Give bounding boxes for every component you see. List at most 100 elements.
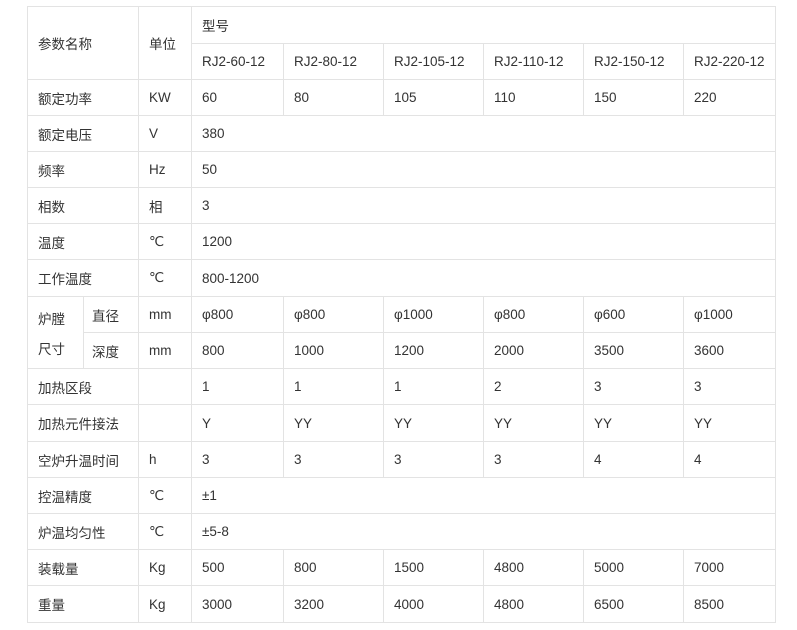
value-cell: 110 xyxy=(483,79,584,116)
table-row: 温度 ℃ 1200 xyxy=(27,223,776,260)
value-cell: 800 xyxy=(283,549,384,586)
row-label: 重量 xyxy=(27,585,139,623)
model-header: 型号 xyxy=(191,6,776,44)
model-name-cell: RJ2-220-12 xyxy=(683,43,776,80)
chamber-label-line2: 尺寸 xyxy=(38,341,65,357)
value-cell: φ600 xyxy=(583,296,684,333)
value-cell: 3500 xyxy=(583,332,684,369)
model-name-cell: RJ2-150-12 xyxy=(583,43,684,80)
value-cell: 3 xyxy=(191,187,776,224)
table-row: 控温精度 ℃ ±1 xyxy=(27,477,776,514)
table-row: 炉膛 尺寸 直径 mm φ800 φ800 φ1000 φ800 φ600 φ1000 xyxy=(27,296,776,369)
unit-cell: Kg xyxy=(138,585,192,623)
value-cell: 1 xyxy=(283,368,384,405)
value-cell: 500 xyxy=(191,549,284,586)
row-label: 工作温度 xyxy=(27,259,139,297)
table-row: 频率 Hz 50 xyxy=(27,151,776,188)
value-cell: ±5-8 xyxy=(191,513,776,550)
value-cell: 1200 xyxy=(383,332,484,369)
value-cell: 220 xyxy=(683,79,776,116)
value-cell: 1 xyxy=(191,368,284,405)
row-label: 额定功率 xyxy=(27,79,139,116)
value-cell: 4800 xyxy=(483,585,584,623)
value-cell: 4800 xyxy=(483,549,584,586)
value-cell: 3 xyxy=(383,441,484,478)
model-name-cell: RJ2-60-12 xyxy=(191,43,284,80)
value-cell: φ1000 xyxy=(683,296,776,333)
value-cell: 50 xyxy=(191,151,776,188)
table-row: 空炉升温时间 h 3 3 3 3 4 4 xyxy=(27,441,776,478)
table-row: 装载量 Kg 500 800 1500 4800 5000 7000 xyxy=(27,549,776,586)
value-cell: 1 xyxy=(383,368,484,405)
unit-cell: KW xyxy=(138,79,192,116)
value-cell: 800-1200 xyxy=(191,259,776,297)
unit-cell xyxy=(138,404,192,442)
value-cell: 1500 xyxy=(383,549,484,586)
row-label: 加热元件接法 xyxy=(27,404,139,442)
value-cell: 3 xyxy=(283,441,384,478)
unit-cell: ℃ xyxy=(138,223,192,260)
unit-header: 单位 xyxy=(138,6,192,80)
value-cell: 7000 xyxy=(683,549,776,586)
value-cell: 3 xyxy=(683,368,776,405)
unit-cell: ℃ xyxy=(138,259,192,297)
value-cell: 105 xyxy=(383,79,484,116)
table-row: 额定功率 KW 60 80 105 110 150 220 xyxy=(27,79,776,116)
value-cell: 6500 xyxy=(583,585,684,623)
value-cell: 2000 xyxy=(483,332,584,369)
value-cell: 380 xyxy=(191,115,776,152)
value-cell: YY xyxy=(683,404,776,442)
table-row: 参数名称 单位 型号 xyxy=(27,6,776,80)
unit-cell: 相 xyxy=(138,187,192,224)
value-cell: 60 xyxy=(191,79,284,116)
value-cell: YY xyxy=(583,404,684,442)
table-row: 重量 Kg 3000 3200 4000 4800 6500 8500 xyxy=(27,585,776,623)
value-cell: YY xyxy=(483,404,584,442)
row-label: 温度 xyxy=(27,223,139,260)
row-label: 装载量 xyxy=(27,549,139,586)
value-cell: 80 xyxy=(283,79,384,116)
model-name-cell: RJ2-80-12 xyxy=(283,43,384,80)
value-cell: 150 xyxy=(583,79,684,116)
unit-cell: h xyxy=(138,441,192,478)
diameter-label: 直径 xyxy=(83,296,139,333)
table-row: 相数相 3 xyxy=(27,187,776,224)
table-row: 加热区段 1 1 1 2 3 3 xyxy=(27,368,776,405)
chamber-label-line1: 炉膛 xyxy=(38,311,65,327)
value-cell: 3 xyxy=(191,441,284,478)
row-label: 频率 xyxy=(27,151,139,188)
value-cell: 3 xyxy=(583,368,684,405)
chamber-size-label: 炉膛 尺寸 xyxy=(27,296,84,369)
value-cell: φ800 xyxy=(283,296,384,333)
value-cell: φ800 xyxy=(191,296,284,333)
table-row: 额定电压 V 380 xyxy=(27,115,776,152)
unit-cell xyxy=(138,368,192,405)
model-name-cell: RJ2-110-12 xyxy=(483,43,584,80)
unit-cell: Kg xyxy=(138,549,192,586)
value-cell: 8500 xyxy=(683,585,776,623)
value-cell: Y xyxy=(191,404,284,442)
value-cell: 5000 xyxy=(583,549,684,586)
row-label: 空炉升温时间 xyxy=(27,441,139,478)
row-label: 加热区段 xyxy=(27,368,139,405)
table-row: 工作温度 ℃ 800-1200 xyxy=(27,259,776,297)
unit-cell: ℃ xyxy=(138,477,192,514)
value-cell: 800 xyxy=(191,332,284,369)
value-cell: 3600 xyxy=(683,332,776,369)
unit-cell: mm xyxy=(138,332,192,369)
value-cell: 3000 xyxy=(191,585,284,623)
value-cell: 4 xyxy=(583,441,684,478)
value-cell: YY xyxy=(383,404,484,442)
param-name-header: 参数名称 xyxy=(27,6,139,80)
value-cell: 4 xyxy=(683,441,776,478)
value-cell: 3 xyxy=(483,441,584,478)
table-row: 加热元件接法 Y YY YY YY YY YY xyxy=(27,404,776,442)
value-cell: ±1 xyxy=(191,477,776,514)
row-label: 炉温均匀性 xyxy=(27,513,139,550)
model-name-cell: RJ2-105-12 xyxy=(383,43,484,80)
row-label: 额定电压 xyxy=(27,115,139,152)
value-cell: 1200 xyxy=(191,223,776,260)
row-label: 相数 xyxy=(27,187,139,224)
value-cell: 3200 xyxy=(283,585,384,623)
table-row: 炉温均匀性 ℃ ±5-8 xyxy=(27,513,776,550)
